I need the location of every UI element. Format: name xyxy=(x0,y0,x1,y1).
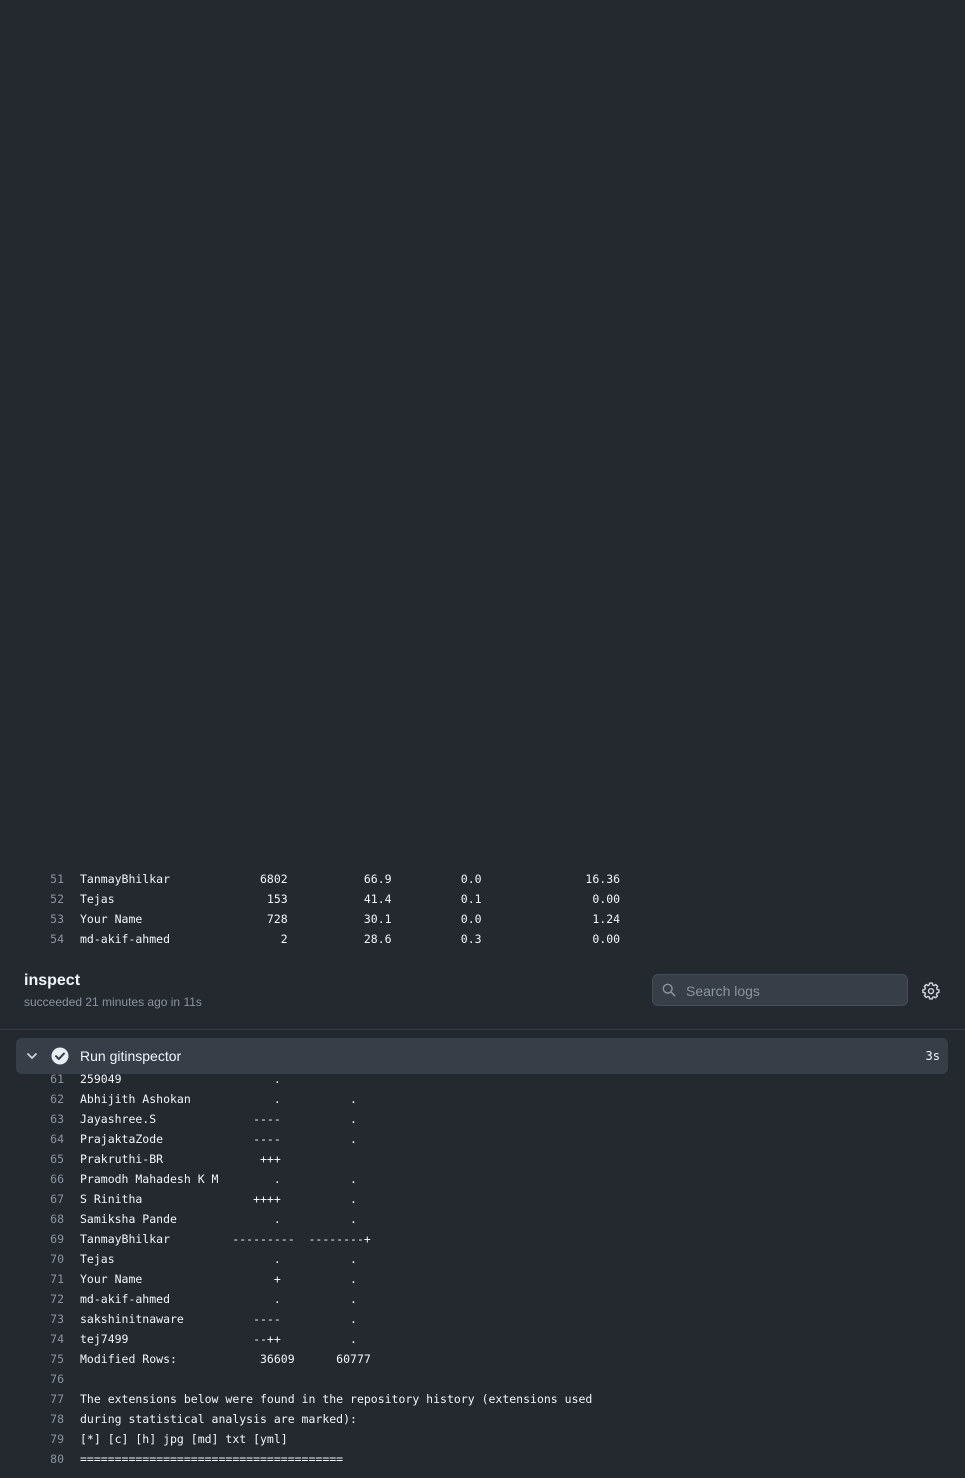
job-status: succeeded 21 minutes ago in 11s xyxy=(24,995,202,1009)
line-text: tej7499 --++ . xyxy=(80,1332,357,1346)
line-text: The extensions below were found in the r… xyxy=(80,1392,593,1406)
line-number: 53 xyxy=(50,912,64,926)
step-duration: 3s xyxy=(925,1049,940,1063)
line-text: Your Name 728 30.1 0.0 1.24 xyxy=(80,912,621,926)
line-text: TanmayBhilkar 6802 66.9 0.0 16.36 xyxy=(80,872,621,886)
log-lines-previous-job: 51 TanmayBhilkar 6802 66.9 0.0 16.36 52 Te… xyxy=(0,869,965,949)
gear-icon[interactable] xyxy=(922,982,940,1000)
line-text: md-akif-ahmed 2 28.6 0.3 0.00 xyxy=(80,932,621,946)
line-number: 76 xyxy=(50,1372,64,1386)
search-icon xyxy=(662,983,676,997)
line-number: 66 xyxy=(50,1172,64,1186)
line-text: Modified Rows: 36609 60777 xyxy=(80,1352,371,1366)
line-text: sakshinitnaware ---- . xyxy=(80,1312,357,1326)
job-title: inspect xyxy=(24,972,81,989)
line-text: PrajaktaZode ---- . xyxy=(80,1132,357,1146)
search-logs[interactable] xyxy=(652,974,908,1007)
line-number: 65 xyxy=(50,1152,64,1166)
check-circle-icon xyxy=(51,1047,69,1065)
line-text: Prakruthi-BR +++ xyxy=(80,1152,281,1166)
line-number: 63 xyxy=(50,1112,64,1126)
line-number: 72 xyxy=(50,1292,64,1306)
line-number: 80 xyxy=(50,1452,64,1466)
line-text: Your Name + . xyxy=(80,1272,357,1286)
line-number: 69 xyxy=(50,1232,64,1246)
line-number: 68 xyxy=(50,1212,64,1226)
line-text: 259049 . xyxy=(80,1072,281,1086)
line-text: Samiksha Pande . . xyxy=(80,1212,357,1226)
line-text: Pramodh Mahadesh K M . . xyxy=(80,1172,357,1186)
line-number: 52 xyxy=(50,892,64,906)
chevron-down-icon[interactable] xyxy=(26,1050,38,1062)
step-name: Run gitinspector xyxy=(80,1048,182,1064)
line-text: ====================================== xyxy=(80,1452,344,1466)
line-number: 78 xyxy=(50,1412,64,1426)
line-text: Tejas . . xyxy=(80,1252,357,1266)
line-number: 61 xyxy=(50,1072,64,1086)
line-text: during statistical analysis are marked): xyxy=(80,1412,357,1426)
line-text: Tejas 153 41.4 0.1 0.00 xyxy=(80,892,621,906)
line-number: 67 xyxy=(50,1192,64,1206)
job-header: inspect succeeded 21 minutes ago in 11s xyxy=(0,965,965,1030)
line-number: 54 xyxy=(50,932,64,946)
search-input[interactable] xyxy=(684,975,903,1007)
line-text: md-akif-ahmed . . xyxy=(80,1292,357,1306)
line-number: 79 xyxy=(50,1432,64,1446)
line-number: 73 xyxy=(50,1312,64,1326)
line-text: S Rinitha ++++ . xyxy=(80,1192,357,1206)
step-log: 61 259049 . 62 Abhijith Ashokan . . 63 Jaya… xyxy=(0,1069,965,1478)
line-number: 51 xyxy=(50,872,64,886)
line-number: 77 xyxy=(50,1392,64,1406)
line-number: 75 xyxy=(50,1352,64,1366)
line-number: 64 xyxy=(50,1132,64,1146)
line-number: 71 xyxy=(50,1272,64,1286)
line-number: 70 xyxy=(50,1252,64,1266)
line-number: 62 xyxy=(50,1092,64,1106)
line-text: Abhijith Ashokan . . xyxy=(80,1092,357,1106)
line-text: TanmayBhilkar --------- --------+ xyxy=(80,1232,371,1246)
line-text: Jayashree.S ---- . xyxy=(80,1112,357,1126)
line-text: [*] [c] [h] jpg [md] txt [yml] xyxy=(80,1432,288,1446)
line-number: 74 xyxy=(50,1332,64,1346)
